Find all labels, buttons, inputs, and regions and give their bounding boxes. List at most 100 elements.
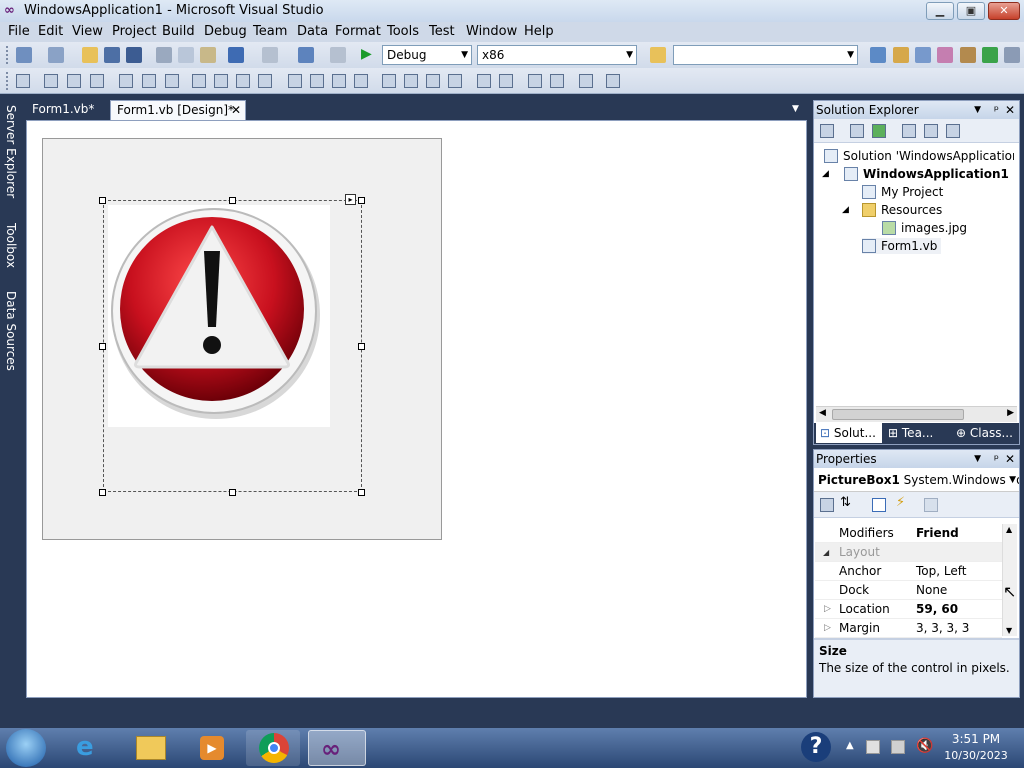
toolbar-grip[interactable]: [6, 72, 10, 90]
network-icon[interactable]: [891, 740, 905, 754]
menu-data[interactable]: Data: [297, 24, 328, 40]
taskbar-media-player[interactable]: ▶: [184, 730, 238, 766]
vertical-spacing-equal-icon[interactable]: [382, 74, 396, 88]
undo-icon[interactable]: [228, 47, 244, 63]
horizontal-scrollbar[interactable]: ◀ ▶: [816, 406, 1017, 422]
copy-icon[interactable]: [178, 47, 194, 63]
minimize-button[interactable]: ▁: [926, 2, 954, 20]
resize-handle-sw[interactable]: [99, 489, 106, 496]
data-sources-tab[interactable]: Data Sources: [2, 288, 18, 374]
tab-form1-code[interactable]: Form1.vb*: [26, 100, 100, 120]
tab-class-view[interactable]: ⊕ Class...: [954, 423, 1018, 443]
resize-handle-nw[interactable]: [99, 197, 106, 204]
horizontal-spacing-equal-icon[interactable]: [288, 74, 302, 88]
resources-tree-item[interactable]: Resources: [862, 202, 942, 218]
menu-test[interactable]: Test: [429, 24, 455, 40]
properties-window-icon[interactable]: [893, 47, 909, 63]
increase-horizontal-spacing-icon[interactable]: [310, 74, 324, 88]
tab-team-explorer[interactable]: ⊞ Tea...: [884, 423, 950, 443]
menu-window[interactable]: Window: [466, 24, 517, 40]
taskbar-time[interactable]: 3:51 PM: [945, 732, 1007, 746]
tab-solution-explorer[interactable]: ⊡ Solut...: [816, 423, 882, 443]
paste-icon[interactable]: [200, 47, 216, 63]
taskbar-visual-studio[interactable]: ∞: [308, 730, 366, 766]
menu-edit[interactable]: Edit: [38, 24, 63, 40]
tab-form1-design[interactable]: Form1.vb [Design]* ✕: [110, 100, 246, 120]
new-project-icon[interactable]: [16, 47, 32, 63]
object-browser-icon[interactable]: [915, 47, 931, 63]
find-combo[interactable]: ▼: [673, 45, 858, 65]
property-row-anchor[interactable]: Anchor Top, Left: [815, 562, 1002, 581]
pin-icon[interactable]: ᵖ: [994, 101, 999, 119]
menu-project[interactable]: Project: [112, 24, 156, 40]
menu-build[interactable]: Build: [162, 24, 195, 40]
categorized-icon[interactable]: [820, 498, 834, 512]
scroll-right-icon[interactable]: ▶: [1007, 408, 1014, 418]
property-row-margin[interactable]: ▷ Margin 3, 3, 3, 3: [815, 619, 1002, 638]
object-selector[interactable]: PictureBox1 System.Windows.Forms.Picture…: [814, 468, 1019, 492]
save-all-icon[interactable]: [126, 47, 142, 63]
menu-format[interactable]: Format: [335, 24, 381, 40]
resize-handle-w[interactable]: [99, 343, 106, 350]
increase-vertical-spacing-icon[interactable]: [404, 74, 418, 88]
decrease-horizontal-spacing-icon[interactable]: [332, 74, 346, 88]
taskbar-chrome[interactable]: [246, 730, 300, 766]
taskbar-file-explorer[interactable]: [124, 730, 178, 766]
center-vertically-icon[interactable]: [499, 74, 513, 88]
align-centers-icon[interactable]: [67, 74, 81, 88]
expand-arrow-icon[interactable]: ▷: [824, 600, 831, 619]
action-center-icon[interactable]: [866, 740, 880, 754]
remove-vertical-spacing-icon[interactable]: [448, 74, 462, 88]
expand-arrow-icon[interactable]: ◢: [822, 166, 829, 182]
pin-icon[interactable]: ᵖ: [994, 450, 999, 468]
view-code-icon[interactable]: [902, 124, 916, 138]
lock-controls-icon[interactable]: [606, 74, 620, 88]
scroll-up-icon[interactable]: ▲: [1006, 525, 1012, 534]
make-same-width-icon[interactable]: [192, 74, 206, 88]
project-tree-item[interactable]: WindowsApplication1: [844, 166, 1009, 182]
add-item-icon[interactable]: [48, 47, 64, 63]
toolbox-icon[interactable]: [937, 47, 953, 63]
property-row-modifiers[interactable]: Modifiers Friend: [815, 524, 1002, 543]
property-value[interactable]: None: [916, 581, 947, 600]
property-value[interactable]: 59, 60: [916, 600, 958, 619]
property-value[interactable]: Top, Left: [916, 562, 966, 581]
alphabetical-icon[interactable]: ⇅: [840, 495, 851, 510]
server-explorer-tab[interactable]: Server Explorer: [2, 102, 18, 201]
extension-manager-icon[interactable]: [960, 47, 976, 63]
open-file-icon[interactable]: [82, 47, 98, 63]
menu-tools[interactable]: Tools: [387, 24, 419, 40]
resize-handle-se[interactable]: [358, 489, 365, 496]
solution-platform-select[interactable]: x86 ▼: [477, 45, 637, 65]
window-position-icon[interactable]: ▼: [974, 101, 981, 119]
collapse-arrow-icon[interactable]: ◢: [823, 543, 829, 562]
toolbar-grip[interactable]: [6, 46, 10, 64]
images-tree-item[interactable]: images.jpg: [882, 220, 967, 236]
scroll-left-icon[interactable]: ◀: [819, 408, 826, 418]
properties-view-icon[interactable]: [872, 498, 886, 512]
maximize-button[interactable]: ▣: [957, 2, 985, 20]
size-to-grid-icon[interactable]: [214, 74, 228, 88]
show-hidden-icons[interactable]: ▲: [846, 740, 854, 751]
property-value[interactable]: 3, 3, 3, 3: [916, 619, 969, 638]
remove-horizontal-spacing-icon[interactable]: [354, 74, 368, 88]
close-button[interactable]: ✕: [988, 2, 1020, 20]
close-icon[interactable]: ✕: [1005, 450, 1015, 468]
refresh-icon[interactable]: [872, 124, 886, 138]
view-class-diagram-icon[interactable]: [946, 124, 960, 138]
vertical-scrollbar[interactable]: ▲ ▼: [1002, 524, 1017, 636]
start-button[interactable]: [6, 729, 46, 767]
scrollbar-thumb[interactable]: [832, 409, 964, 420]
expand-arrow-icon[interactable]: ▷: [824, 619, 831, 638]
expand-arrow-icon[interactable]: ◢: [842, 202, 849, 218]
resize-handle-e[interactable]: [358, 343, 365, 350]
make-same-height-icon[interactable]: [236, 74, 250, 88]
toolbar-options-icon[interactable]: [1004, 47, 1020, 63]
show-all-files-icon[interactable]: [850, 124, 864, 138]
save-icon[interactable]: [104, 47, 120, 63]
scroll-down-icon[interactable]: ▼: [1006, 626, 1012, 635]
window-position-icon[interactable]: ▼: [974, 450, 981, 468]
property-pages-icon[interactable]: [924, 498, 938, 512]
align-lefts-icon[interactable]: [44, 74, 58, 88]
property-row-location[interactable]: ▷ Location 59, 60: [815, 600, 1002, 619]
